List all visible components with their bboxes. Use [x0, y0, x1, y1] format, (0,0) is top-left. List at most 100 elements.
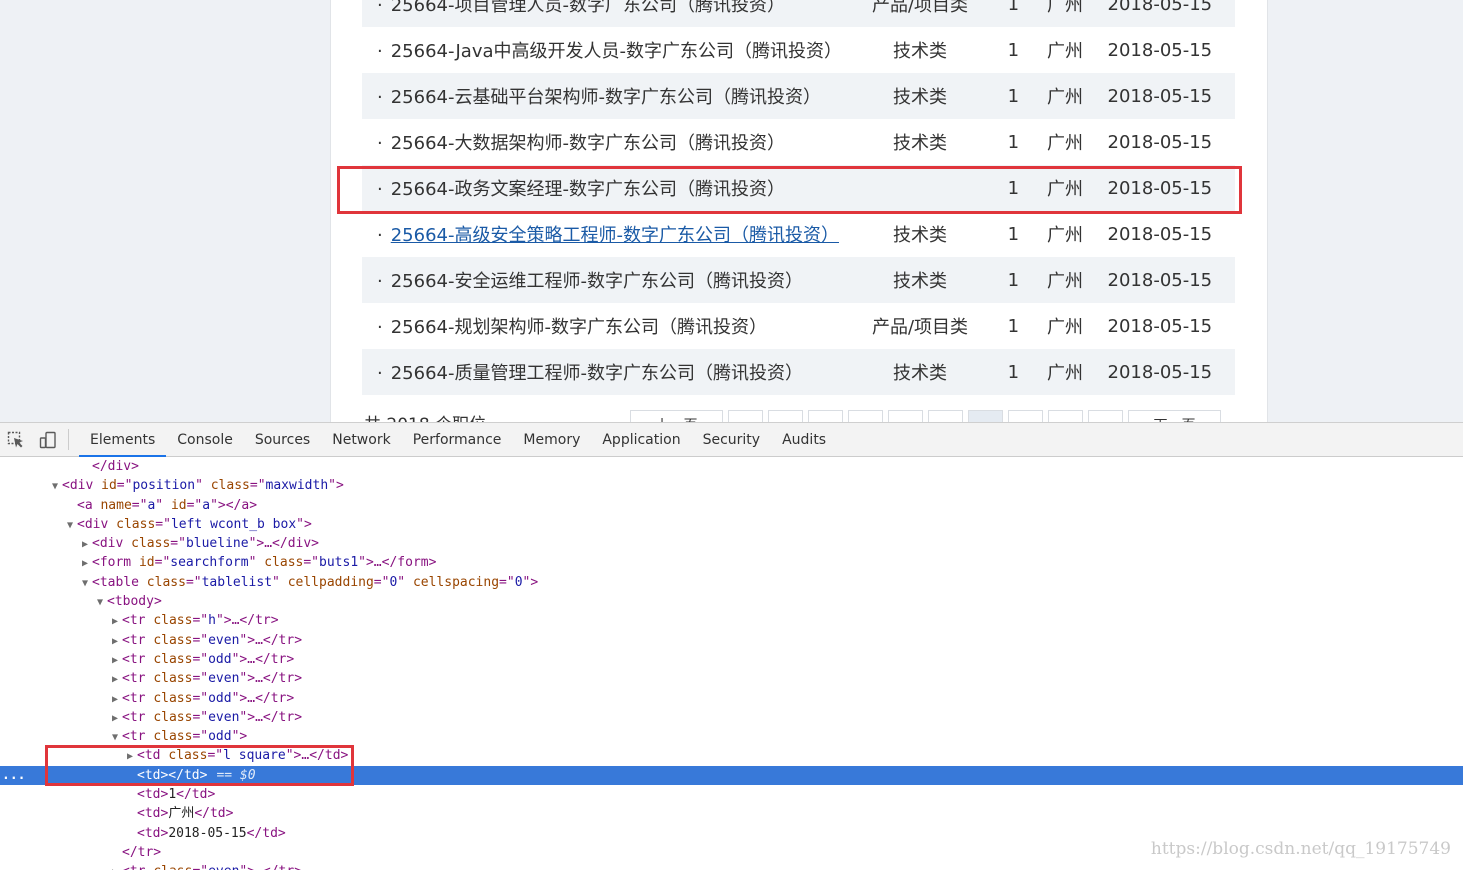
dom-node[interactable]: ▶<tr class="even">…</tr> [0, 708, 1463, 727]
tag-markup: <td> [137, 787, 169, 803]
attribute-value: maxwidth [265, 478, 329, 494]
node-text: 1 [168, 787, 177, 803]
page-number-button[interactable] [768, 410, 803, 422]
page-number-button[interactable] [1048, 410, 1083, 422]
job-date-cell: 2018-05-15 [1107, 223, 1213, 245]
job-title-text[interactable]: 25664-项目管理人员-数字广东公司（腾讯投资） [391, 0, 785, 16]
dom-node[interactable]: ▶ <form id="searchform" class="buts1">…</… [0, 553, 1463, 572]
collapsed-triangle-icon[interactable]: ▶ [123, 747, 137, 766]
dom-node[interactable]: ▼ <tbody> [0, 592, 1463, 611]
tab-console[interactable]: Console [166, 423, 244, 456]
page-number-button[interactable] [1088, 410, 1123, 422]
dom-node[interactable]: <td>1</td> [0, 785, 1463, 804]
job-title-link[interactable]: · 25664-云基础平台架构师-数字广东公司（腾讯投资） [362, 83, 859, 109]
dom-node[interactable]: ▶ <tr class="odd">…</tr> [0, 689, 1463, 708]
web-page-viewport: · 25664-项目管理人员-数字广东公司（腾讯投资） 产品/项目类 1 广州 2018-… [0, 0, 1463, 422]
collapsed-triangle-icon[interactable]: ▶ [108, 651, 122, 670]
tab-security[interactable]: Security [692, 423, 772, 456]
expanded-triangle-icon[interactable]: ▼ [63, 516, 77, 535]
job-count-cell: 1 [1007, 131, 1020, 153]
job-location-cell: 广州 [1046, 133, 1083, 154]
tab-memory[interactable]: Memory [512, 423, 591, 456]
dom-node[interactable]: ▼ <tr class="odd"> [0, 727, 1463, 746]
tag-markup: =" [154, 555, 171, 571]
expanded-triangle-icon[interactable]: ▼ [93, 593, 107, 612]
job-date-cell: 2018-05-15 [1107, 85, 1213, 107]
collapsed-triangle-icon[interactable]: ▶ [108, 632, 122, 651]
dom-node[interactable]: ▼ <table class="tablelist" cellpadding="0… [0, 573, 1463, 592]
job-title-link[interactable]: · 25664-项目管理人员-数字广东公司（腾讯投资） [362, 0, 859, 17]
job-date-cell: 2018-05-15 [1107, 39, 1213, 61]
tag-markup: ">…</tr> [231, 651, 295, 667]
tag-markup: =" [192, 729, 209, 745]
job-date-cell: 2018-05-15 [1107, 0, 1213, 15]
dom-node[interactable]: ▶ <td class="l square">…</td> [0, 746, 1463, 765]
page-number-button[interactable] [808, 410, 843, 422]
attribute-name: class [153, 709, 193, 725]
device-toolbar-icon[interactable] [32, 423, 64, 456]
job-row: · 25664-质量管理工程师-数字广东公司（腾讯投资） 技术类 1 广州 2018-05… [362, 349, 1235, 395]
page-number-button[interactable] [888, 410, 923, 422]
dom-node[interactable]: ▶ <div class="blueline">…</div> [0, 534, 1463, 553]
dom-node[interactable]: ▼ <div class="left wcont_b box"> [0, 515, 1463, 534]
dom-node[interactable]: ▶ <tr class="odd">…</tr> [0, 650, 1463, 669]
collapsed-triangle-icon[interactable]: ▶ [78, 554, 92, 573]
expanded-triangle-icon[interactable]: ▼ [48, 477, 62, 496]
tag-markup: <tr [122, 729, 154, 745]
tab-network[interactable]: Network [321, 423, 401, 456]
dom-node[interactable]: ▶ <tr class="h">…</tr> [0, 611, 1463, 630]
dom-node[interactable]: ▶<tr class="even">…</tr> [0, 631, 1463, 650]
job-title-link[interactable]: · 25664-规划架构师-数字广东公司（腾讯投资） [362, 313, 859, 339]
dom-node[interactable]: ▶<tr class="even">…</tr> [0, 669, 1463, 688]
tag-markup: <td> [137, 806, 169, 822]
attribute-name: id [101, 478, 117, 494]
attribute-name: class [168, 748, 208, 764]
collapsed-triangle-icon[interactable]: ▶ [108, 612, 122, 631]
job-title-text[interactable]: 25664-质量管理工程师-数字广东公司（腾讯投资） [391, 363, 803, 384]
page-number-button[interactable] [728, 410, 763, 422]
dom-node[interactable]: ▼ <div id="position" class="maxwidth"> [0, 476, 1463, 495]
collapsed-triangle-icon[interactable]: ▶ [78, 535, 92, 554]
page-number-button[interactable] [1008, 410, 1043, 422]
prev-page-button[interactable]: 上一页 [630, 410, 723, 422]
collapsed-triangle-icon[interactable]: ▶ [108, 670, 122, 689]
dom-node[interactable]: <td>广州</td> [0, 804, 1463, 823]
node-actions-dots[interactable]: ... [2, 766, 25, 785]
job-title-link[interactable]: · 25664-大数据架构师-数字广东公司（腾讯投资） [362, 129, 859, 155]
job-type-cell: 技术类 [893, 271, 947, 292]
job-title-text[interactable]: 25664-云基础平台架构师-数字广东公司（腾讯投资） [391, 87, 821, 108]
tag-markup: <form [92, 555, 139, 571]
attribute-value: 0 [514, 574, 523, 590]
job-title-text[interactable]: 25664-高级安全策略工程师-数字广东公司（腾讯投资） [391, 225, 839, 246]
job-title-text[interactable]: 25664-规划架构师-数字广东公司（腾讯投资） [391, 317, 767, 338]
tag-markup: ">…</tr> [215, 613, 279, 629]
dom-node[interactable]: <a name="a" id="a"></a> [0, 496, 1463, 515]
dom-node[interactable]: </div> [0, 457, 1463, 476]
tab-audits[interactable]: Audits [771, 423, 837, 456]
job-title-link[interactable]: · 25664-质量管理工程师-数字广东公司（腾讯投资） [362, 359, 859, 385]
job-title-link[interactable]: · 25664-Java中高级开发人员-数字广东公司（腾讯投资） [362, 37, 859, 63]
dom-node-selected[interactable]: ... <td></td> == $0 [0, 765, 1463, 786]
attribute-value: blueline [185, 536, 249, 552]
tab-elements[interactable]: Elements [79, 423, 167, 457]
job-title-link[interactable]: · 25664-安全运维工程师-数字广东公司（腾讯投资） [362, 267, 859, 293]
page-number-button[interactable] [968, 410, 1003, 422]
tag-markup: <td [137, 748, 169, 764]
page-number-button[interactable] [848, 410, 883, 422]
job-title-text[interactable]: 25664-安全运维工程师-数字广东公司（腾讯投资） [391, 271, 803, 292]
next-page-button[interactable]: 下一页 [1128, 410, 1221, 422]
job-title-text[interactable]: 25664-Java中高级开发人员-数字广东公司（腾讯投资） [391, 41, 842, 62]
elements-dom-tree: </div> ▼ <div id="position" class="maxwidt… [0, 457, 1463, 870]
page-number-button[interactable] [928, 410, 963, 422]
collapsed-triangle-icon[interactable]: ▶ [108, 709, 122, 728]
expanded-triangle-icon[interactable]: ▼ [108, 728, 122, 747]
job-title-link[interactable]: · 25664-高级安全策略工程师-数字广东公司（腾讯投资） [362, 221, 859, 247]
tab-performance[interactable]: Performance [402, 423, 513, 456]
tag-markup: <tr [122, 651, 154, 667]
job-title-text[interactable]: 25664-大数据架构师-数字广东公司（腾讯投资） [391, 133, 785, 154]
tab-sources[interactable]: Sources [244, 423, 321, 456]
expanded-triangle-icon[interactable]: ▼ [78, 574, 92, 593]
collapsed-triangle-icon[interactable]: ▶ [108, 690, 122, 709]
tab-application[interactable]: Application [591, 423, 691, 456]
inspect-element-icon[interactable] [0, 423, 32, 456]
